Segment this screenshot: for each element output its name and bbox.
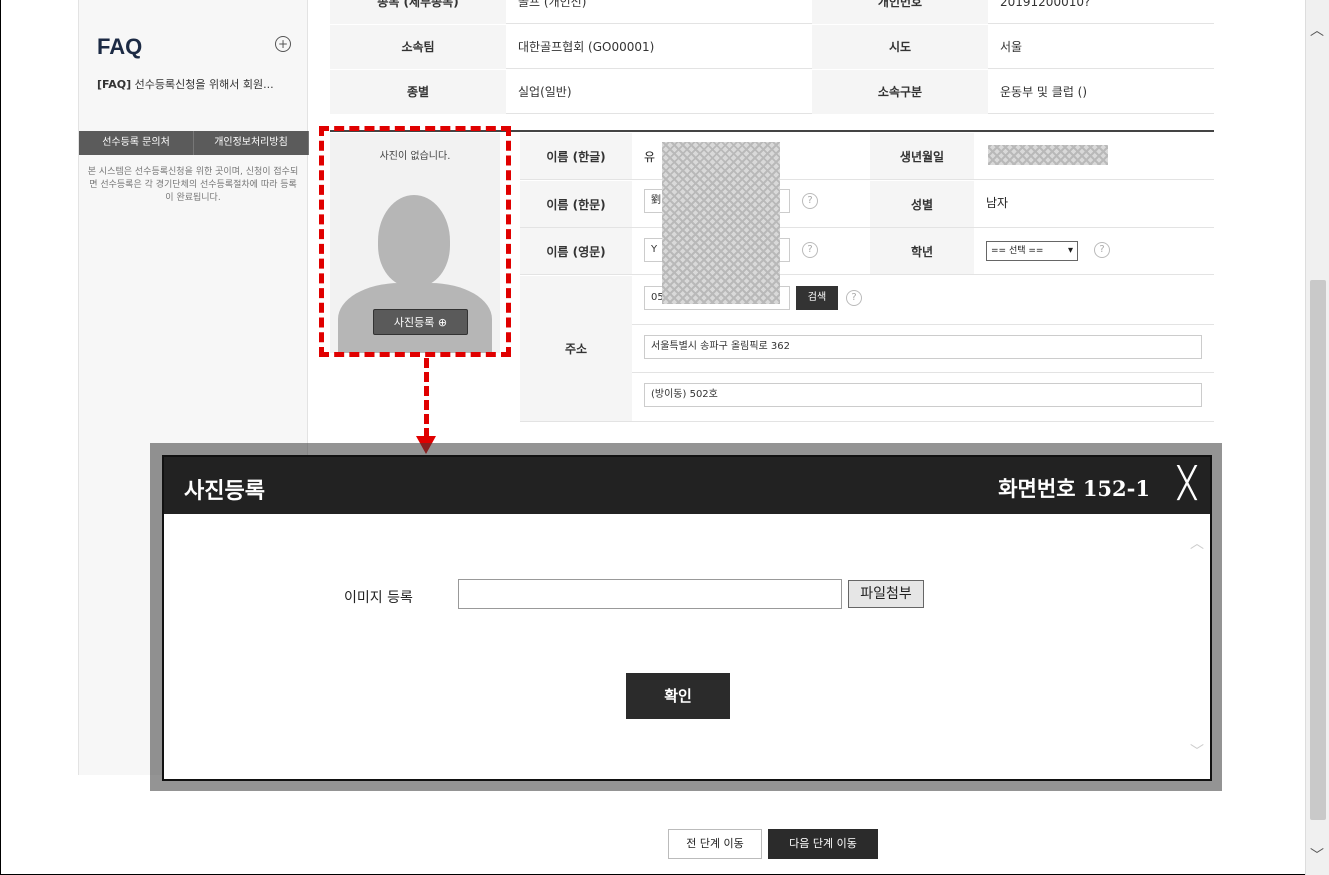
form-row-name-hanja: 이름 (한문) 劉 ? 성별 남자: [520, 181, 1214, 228]
next-step-button[interactable]: 다음 단계 이동: [768, 829, 878, 859]
category-label: 종별: [330, 70, 506, 114]
address2-input[interactable]: (방이동) 502호: [644, 383, 1202, 407]
table-row: 종목 (세부종목) 골프 (개인전) 개인번호 20191200010?: [330, 0, 1214, 24]
confirm-button[interactable]: 확인: [626, 673, 730, 719]
category-value: 실업(일반): [518, 85, 572, 99]
birth-masked-value: [988, 145, 1108, 165]
sport-value: 골프 (개인전): [518, 0, 587, 9]
scroll-up-icon[interactable]: ︿: [1190, 533, 1204, 553]
help-icon[interactable]: ?: [846, 290, 862, 306]
address-search-button[interactable]: 검색: [796, 286, 838, 310]
help-icon[interactable]: ?: [802, 242, 818, 258]
name-kr-label: 이름 (한글): [520, 133, 632, 179]
highlight-arrow-line: [424, 358, 429, 438]
scrollbar-thumb[interactable]: [1310, 280, 1326, 820]
scroll-up-icon[interactable]: ︿: [1310, 20, 1324, 40]
attach-file-button[interactable]: 파일첨부: [848, 580, 924, 608]
grade-select-value: == 선택 ==: [991, 246, 1044, 256]
gender-label: 성별: [870, 181, 974, 227]
image-file-input[interactable]: [458, 579, 842, 609]
table-row: 소속팀 대한골프협회 (GO00001) 시도 서울: [330, 25, 1214, 69]
name-en-label: 이름 (영문): [520, 228, 632, 274]
scroll-down-icon[interactable]: ﹀: [1310, 845, 1324, 865]
previous-step-button[interactable]: 전 단계 이동: [668, 829, 762, 859]
faq-item-text: 선수등록신청을 위해서 회원...: [134, 78, 274, 91]
sidebar-tabs: 선수등록 문의처 개인정보처리방침: [79, 131, 309, 155]
form-row-name-kr: 이름 (한글) 유 생년월일: [520, 133, 1214, 180]
sidebar-description: 본 시스템은 선수등록신청을 위한 곳이며, 신청이 접수되면 선수등록은 각 …: [87, 167, 299, 203]
form-row-address: 주소 05 검색 ? 서울특별시 송파구 올림픽로 362 (방이동) 502호: [520, 276, 1214, 422]
name-kr-value: 유: [644, 150, 656, 164]
grade-label: 학년: [870, 228, 974, 274]
faq-item[interactable]: [FAQ] 선수등록신청을 위해서 회원...: [97, 76, 274, 92]
city-value: 서울: [1000, 40, 1023, 54]
address1-input[interactable]: 서울특별시 송파구 올림픽로 362: [644, 335, 1202, 359]
help-icon[interactable]: ?: [802, 193, 818, 209]
personal-number-value: 20191200010?: [1000, 0, 1091, 9]
sport-label: 종목 (세부종목): [330, 0, 506, 24]
chevron-down-icon: ▾: [1067, 245, 1073, 256]
affiliation-label: 소속구분: [812, 70, 988, 114]
photo-register-modal: 사진등록 화면번호 152-1 ╳ ︿ ﹀ 이미지 등록 파일첨부 확인: [162, 455, 1212, 781]
help-icon[interactable]: ?: [1094, 242, 1110, 258]
highlight-box: [319, 126, 511, 357]
table-row: 종별 실업(일반) 소속구분 운동부 및 클럽 (): [330, 70, 1214, 114]
tab-registration-contact[interactable]: 선수등록 문의처: [79, 131, 194, 155]
gender-value: 남자: [986, 196, 1009, 210]
team-label: 소속팀: [330, 25, 506, 69]
birth-label: 생년월일: [870, 133, 974, 179]
image-register-label: 이미지 등록: [344, 590, 413, 606]
screen-number: 화면번호 152-1: [998, 476, 1150, 501]
tab-privacy-policy[interactable]: 개인정보처리방침: [194, 131, 309, 155]
grade-select[interactable]: == 선택 == ▾: [986, 241, 1078, 261]
close-icon[interactable]: ╳: [1178, 469, 1196, 499]
faq-more-icon[interactable]: +: [275, 36, 291, 52]
divider: [632, 372, 1214, 373]
divider: [632, 324, 1214, 325]
form-row-name-en: 이름 (영문) Y ? 학년 == 선택 == ▾ ?: [520, 228, 1214, 275]
faq-item-tag: [FAQ]: [97, 78, 132, 91]
personal-number-label: 개인번호: [812, 0, 988, 24]
page-scrollbar[interactable]: ︿ ﹀: [1305, 0, 1329, 875]
name-hanja-label: 이름 (한문): [520, 181, 632, 227]
city-label: 시도: [812, 25, 988, 69]
address-label: 주소: [520, 276, 632, 421]
modal-title: 사진등록: [184, 479, 265, 504]
affiliation-value: 운동부 및 클럽 (): [1000, 85, 1088, 99]
team-value: 대한골프협회 (GO00001): [518, 40, 655, 54]
scroll-down-icon[interactable]: ﹀: [1190, 741, 1204, 761]
faq-title: FAQ: [97, 34, 143, 59]
masked-personal-data: [662, 142, 780, 304]
modal-header: 사진등록 화면번호 152-1 ╳: [164, 457, 1210, 514]
